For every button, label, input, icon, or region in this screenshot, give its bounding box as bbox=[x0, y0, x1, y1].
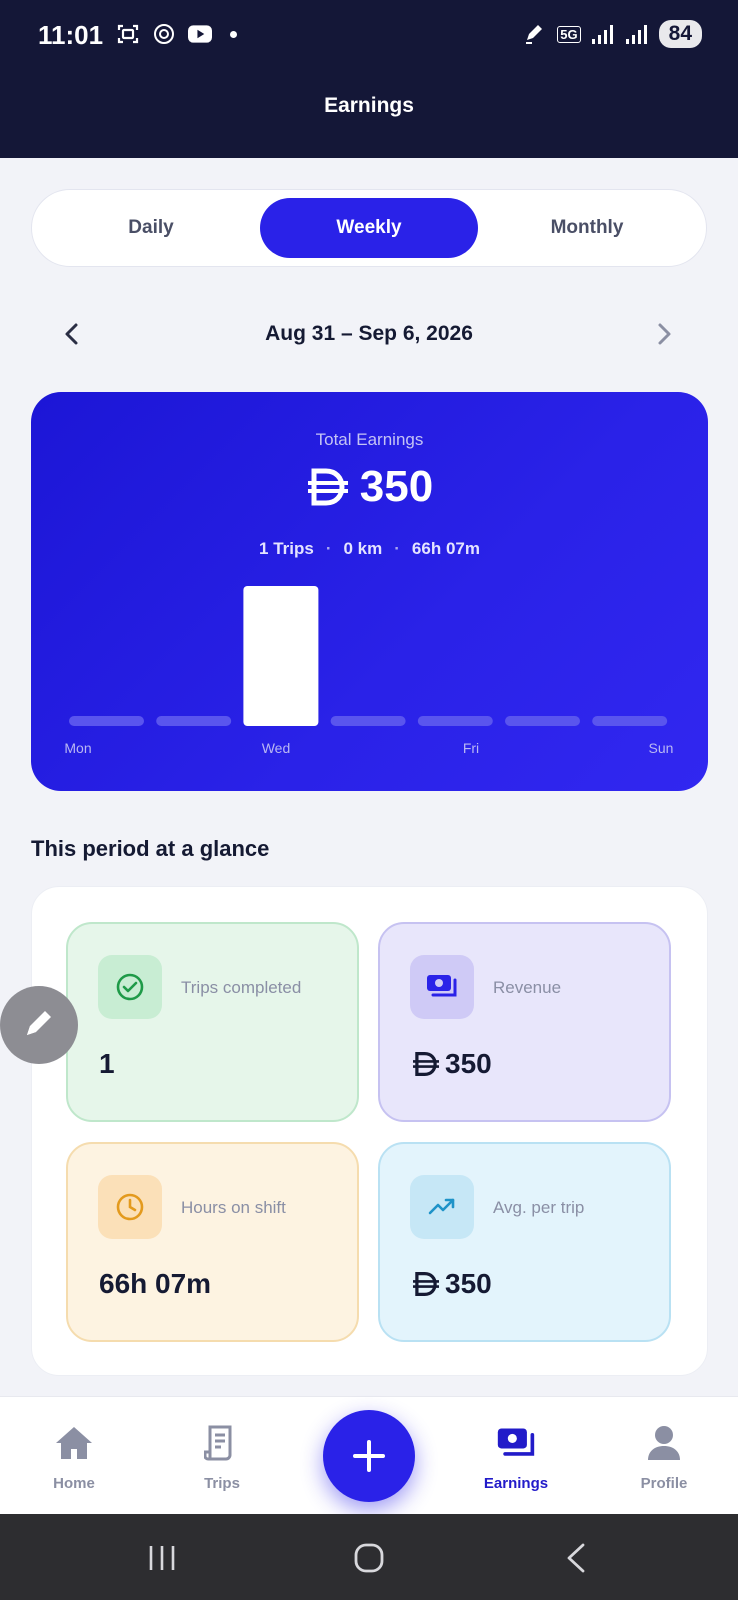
openai-icon bbox=[152, 22, 176, 46]
recent-apps-icon bbox=[149, 1546, 175, 1570]
tab-monthly[interactable]: Monthly bbox=[478, 198, 696, 258]
dirham-currency-icon bbox=[413, 1051, 439, 1077]
home-system-button[interactable] bbox=[347, 1536, 391, 1580]
network-type: 5G bbox=[557, 25, 581, 43]
chart-bar-sun[interactable] bbox=[592, 716, 668, 726]
youtube-icon bbox=[188, 22, 212, 46]
stat-card-trips[interactable]: Trips completed 1 bbox=[66, 922, 359, 1122]
person-icon bbox=[644, 1423, 684, 1463]
receipt-icon bbox=[202, 1423, 242, 1463]
stats-panel: Trips completed 1 Revenue 350 Hours on s… bbox=[31, 886, 708, 1376]
nav-earnings[interactable]: Earnings bbox=[456, 1397, 576, 1515]
chart-bar-thu[interactable] bbox=[330, 716, 406, 726]
avg-per-trip-value: 350 bbox=[445, 1268, 492, 1299]
stat-value: 66h 07m bbox=[99, 1268, 211, 1300]
chart-bar-mon[interactable] bbox=[69, 716, 144, 726]
x-tick-label: Mon bbox=[64, 740, 92, 756]
add-trip-button[interactable] bbox=[323, 1410, 415, 1502]
cash-icon bbox=[410, 955, 474, 1019]
x-tick-label: Wed bbox=[261, 740, 291, 756]
pencil-icon bbox=[27, 1011, 51, 1035]
nav-label: Home bbox=[53, 1475, 95, 1492]
back-chevron-icon bbox=[567, 1543, 585, 1573]
nav-label: Earnings bbox=[483, 1475, 549, 1492]
home-circle-icon bbox=[354, 1543, 384, 1573]
stat-label: Hours on shift bbox=[181, 1198, 286, 1217]
screenshot-icon bbox=[116, 22, 140, 46]
trending-up-icon bbox=[410, 1175, 474, 1239]
stat-label: Revenue bbox=[493, 978, 562, 997]
section-title: This period at a glance bbox=[31, 836, 270, 861]
nav-profile[interactable]: Profile bbox=[604, 1397, 724, 1515]
nav-label: Profile bbox=[640, 1475, 688, 1492]
plus-icon bbox=[353, 1440, 385, 1472]
home-icon bbox=[54, 1423, 94, 1463]
x-tick-label: Sun bbox=[648, 740, 674, 756]
floating-edit-button[interactable] bbox=[0, 986, 78, 1064]
revenue-value: 350 bbox=[445, 1048, 492, 1079]
notification-dot bbox=[230, 30, 237, 38]
nav-home[interactable]: Home bbox=[14, 1397, 134, 1515]
trips-count-value: 1 bbox=[99, 1048, 115, 1079]
battery-level: 84 bbox=[658, 20, 702, 48]
next-period-button[interactable] bbox=[646, 316, 682, 352]
stat-label: Avg. per trip bbox=[493, 1198, 585, 1217]
stat-label: Trips completed bbox=[181, 978, 302, 997]
system-navigation-bar bbox=[0, 1514, 738, 1600]
recent-apps-button[interactable] bbox=[140, 1536, 184, 1580]
stat-card-average[interactable]: Avg. per trip 350 bbox=[378, 1142, 671, 1342]
app-header: 11:01 5G 84 Earnings bbox=[0, 0, 738, 158]
stat-value: 350 bbox=[411, 1048, 492, 1080]
check-circle-icon bbox=[98, 955, 162, 1019]
stat-value: 350 bbox=[411, 1268, 492, 1300]
period-selector: Daily Weekly Monthly bbox=[31, 189, 707, 267]
chart-bar-tue[interactable] bbox=[156, 716, 232, 726]
clock-icon bbox=[98, 1175, 162, 1239]
date-navigator: Aug 31 – Sep 6, 2026 bbox=[0, 310, 738, 360]
dirham-currency-icon bbox=[413, 1271, 439, 1297]
total-earnings-card: Total Earnings 350 1 Trips · 0 km · 66h … bbox=[31, 392, 708, 791]
date-range: Aug 31 – Sep 6, 2026 bbox=[265, 322, 473, 345]
stat-value: 1 bbox=[99, 1048, 115, 1080]
tab-daily[interactable]: Daily bbox=[42, 198, 260, 258]
hours-value: 66h 07m bbox=[99, 1268, 212, 1299]
chart-bar-wed[interactable] bbox=[243, 586, 319, 726]
back-system-button[interactable] bbox=[554, 1536, 598, 1580]
chevron-right-icon bbox=[658, 323, 671, 345]
nav-label: Trips bbox=[204, 1475, 240, 1492]
signal-icon-2 bbox=[625, 22, 649, 46]
page-title: Earnings bbox=[324, 94, 414, 117]
status-bar: 11:01 5G 84 bbox=[0, 0, 738, 70]
x-tick-label: Fri bbox=[462, 740, 480, 756]
cash-icon bbox=[496, 1423, 536, 1463]
stat-card-hours[interactable]: Hours on shift 66h 07m bbox=[66, 1142, 359, 1342]
weekly-earnings-chart bbox=[69, 586, 668, 726]
status-system-icons: 5G 84 bbox=[523, 20, 702, 48]
status-time: 11:01 bbox=[38, 20, 104, 50]
stat-card-revenue[interactable]: Revenue 350 bbox=[378, 922, 671, 1122]
pen-edit-icon bbox=[523, 22, 547, 46]
signal-icon bbox=[591, 22, 615, 46]
chart-bar-sat[interactable] bbox=[505, 716, 580, 726]
tab-weekly[interactable]: Weekly bbox=[260, 198, 478, 258]
chart-bar-fri[interactable] bbox=[417, 716, 493, 726]
status-notification-icons bbox=[116, 22, 237, 46]
nav-trips[interactable]: Trips bbox=[162, 1397, 282, 1515]
